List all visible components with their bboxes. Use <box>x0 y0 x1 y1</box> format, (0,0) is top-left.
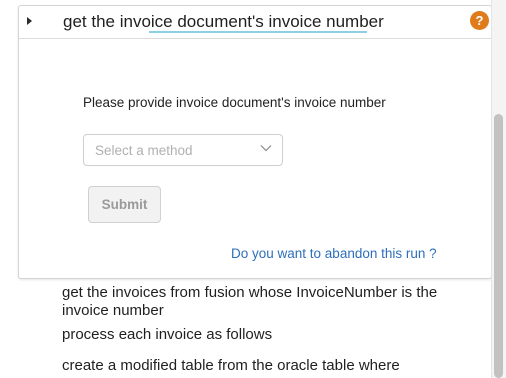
step-item[interactable]: process each invoice as follows <box>62 326 272 344</box>
submit-button[interactable]: Submit <box>88 186 161 223</box>
step-card: get the invoice document's invoice numbe… <box>18 5 492 279</box>
method-select[interactable]: Select a method <box>83 134 283 166</box>
step-item[interactable]: get the invoices from fusion whose Invoi… <box>62 284 482 320</box>
help-icon[interactable]: ? <box>470 11 489 30</box>
chevron-down-icon <box>260 145 272 152</box>
scrollbar-thumb[interactable] <box>494 114 503 378</box>
step-title: get the invoice document's invoice numbe… <box>63 12 384 31</box>
prompt-text: Please provide invoice document's invoic… <box>83 95 386 110</box>
caret-right-icon[interactable] <box>27 17 32 25</box>
method-select-placeholder: Select a method <box>95 143 193 158</box>
step-item[interactable]: create a modified table from the oracle … <box>62 357 400 375</box>
title-underline <box>149 31 367 33</box>
step-card-header[interactable]: get the invoice document's invoice numbe… <box>19 6 491 39</box>
abandon-run-link[interactable]: Do you want to abandon this run ? <box>231 246 437 262</box>
